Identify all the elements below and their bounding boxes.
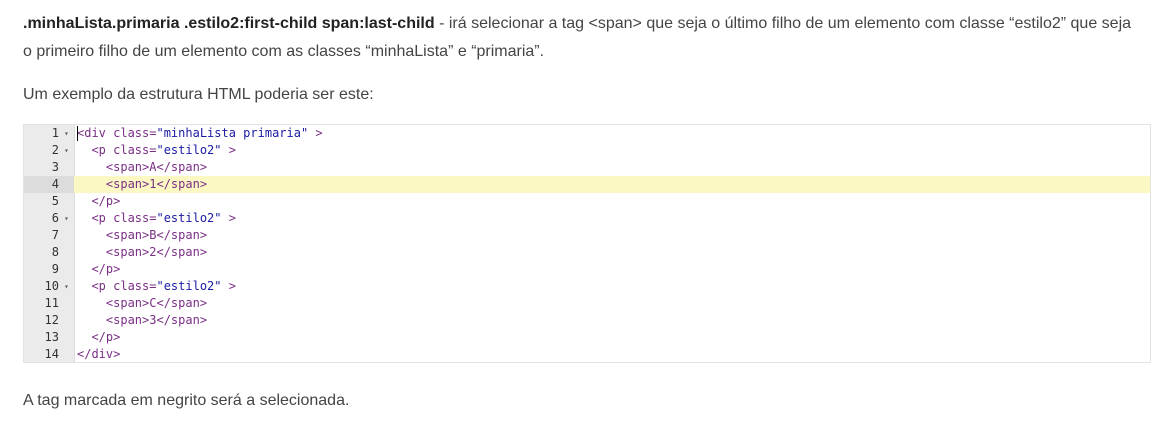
code-text: <span>1</span> bbox=[77, 176, 207, 193]
line-number: 5 bbox=[51, 194, 59, 208]
code-line[interactable]: 2 ▾ <p class="estilo2" > bbox=[24, 142, 1150, 159]
line-number-cell: 14 bbox=[24, 346, 74, 362]
code-tag: <span>A</span> bbox=[77, 160, 208, 174]
line-number-cell: 9 bbox=[24, 261, 74, 278]
code-text: </p> bbox=[77, 261, 120, 278]
code-line[interactable]: 4 <span>1</span> bbox=[24, 176, 1150, 193]
line-number-cell: 2 ▾ bbox=[24, 142, 74, 159]
code-line[interactable]: 12 <span>3</span> bbox=[24, 312, 1150, 329]
text-cursor bbox=[77, 126, 78, 141]
code-attribute-value: "minhaLista primaria" bbox=[156, 126, 309, 140]
line-number: 3 bbox=[51, 160, 59, 174]
line-number-cell: 8 bbox=[24, 244, 74, 261]
line-number: 2 bbox=[51, 143, 59, 157]
code-line[interactable]: 5 </p> bbox=[24, 193, 1150, 210]
closing-note: A tag marcada em negrito será a selecion… bbox=[23, 392, 350, 409]
code-text: </div> bbox=[77, 346, 121, 362]
code-line[interactable]: 7 <span>B</span> bbox=[24, 227, 1150, 244]
line-number: 4 bbox=[51, 177, 59, 191]
code-line[interactable]: 13 </p> bbox=[24, 329, 1150, 346]
line-number-cell: 7 bbox=[24, 227, 74, 244]
code-text: <span>B</span> bbox=[77, 227, 207, 244]
code-tag: <p class= bbox=[77, 279, 157, 293]
line-number-cell: 5 bbox=[24, 193, 74, 210]
code-attribute-value: "estilo2" bbox=[156, 279, 222, 293]
line-number-cell: 4 bbox=[24, 176, 74, 193]
code-attribute-value: "estilo2" bbox=[156, 211, 222, 225]
line-number: 14 bbox=[44, 347, 59, 361]
line-number: 8 bbox=[51, 245, 59, 259]
line-number: 9 bbox=[51, 262, 59, 276]
code-tag-end: > bbox=[308, 126, 323, 140]
code-tag: <span>1</span> bbox=[77, 177, 208, 191]
line-number-cell: 13 bbox=[24, 329, 74, 346]
code-tag: <span>B</span> bbox=[77, 228, 208, 242]
line-number-cell: 11 bbox=[24, 295, 74, 312]
code-line[interactable]: 9 </p> bbox=[24, 261, 1150, 278]
code-line[interactable]: 3 <span>A</span> bbox=[24, 159, 1150, 176]
line-number: 11 bbox=[44, 296, 59, 310]
code-tag: <span>2</span> bbox=[77, 245, 208, 259]
code-editor[interactable]: 1 ▾ <div class="minhaLista primaria" >2 ▾ <… bbox=[23, 124, 1151, 363]
code-text: <span>2</span> bbox=[77, 244, 207, 261]
code-text: <p class="estilo2" > bbox=[77, 278, 236, 295]
code-line[interactable]: 14 </div> bbox=[24, 346, 1150, 362]
fold-arrow-icon[interactable]: ▾ bbox=[64, 142, 69, 159]
code-tag: <div class= bbox=[77, 126, 157, 140]
line-number: 13 bbox=[44, 330, 59, 344]
code-tag: <p class= bbox=[77, 143, 157, 157]
code-tag: <p class= bbox=[77, 211, 157, 225]
line-number: 7 bbox=[51, 228, 59, 242]
code-tag-end: > bbox=[221, 279, 236, 293]
line-number: 12 bbox=[44, 313, 59, 327]
code-text: <p class="estilo2" > bbox=[77, 210, 236, 227]
selector-explanation: .minhaLista.primaria .estilo2:first-chil… bbox=[23, 10, 1143, 66]
code-line[interactable]: 6 ▾ <p class="estilo2" > bbox=[24, 210, 1150, 227]
code-tag-end: > bbox=[221, 211, 236, 225]
line-number-cell: 12 bbox=[24, 312, 74, 329]
code-text: </p> bbox=[77, 193, 120, 210]
line-number: 1 bbox=[51, 126, 59, 140]
code-tag: <span>3</span> bbox=[77, 313, 208, 327]
code-line[interactable]: 1 ▾ <div class="minhaLista primaria" > bbox=[24, 125, 1150, 142]
code-text: <div class="minhaLista primaria" > bbox=[77, 125, 323, 142]
code-tag: </p> bbox=[77, 330, 121, 344]
line-number-cell: 10 ▾ bbox=[24, 278, 74, 295]
line-number: 6 bbox=[51, 211, 59, 225]
code-tag: </p> bbox=[77, 194, 121, 208]
fold-arrow-icon[interactable]: ▾ bbox=[64, 210, 69, 227]
line-number-cell: 6 ▾ bbox=[24, 210, 74, 227]
code-line[interactable]: 11 <span>C</span> bbox=[24, 295, 1150, 312]
code-text: </p> bbox=[77, 329, 120, 346]
code-tag: </div> bbox=[77, 347, 121, 361]
example-intro: Um exemplo da estrutura HTML poderia ser… bbox=[23, 86, 374, 103]
fold-arrow-icon[interactable]: ▾ bbox=[64, 125, 69, 142]
code-text: <span>3</span> bbox=[77, 312, 207, 329]
fold-arrow-icon[interactable]: ▾ bbox=[64, 278, 69, 295]
code-tag-end: > bbox=[221, 143, 236, 157]
code-attribute-value: "estilo2" bbox=[156, 143, 222, 157]
code-tag: <span>C</span> bbox=[77, 296, 208, 310]
code-text: <span>A</span> bbox=[77, 159, 207, 176]
line-number-cell: 1 ▾ bbox=[24, 125, 74, 142]
code-text: <span>C</span> bbox=[77, 295, 207, 312]
code-line[interactable]: 8 <span>2</span> bbox=[24, 244, 1150, 261]
selector-text: .minhaLista.primaria .estilo2:first-chil… bbox=[23, 15, 435, 32]
code-line[interactable]: 10 ▾ <p class="estilo2" > bbox=[24, 278, 1150, 295]
code-text: <p class="estilo2" > bbox=[77, 142, 236, 159]
code-tag: </p> bbox=[77, 262, 121, 276]
line-number-cell: 3 bbox=[24, 159, 74, 176]
line-number: 10 bbox=[44, 279, 59, 293]
